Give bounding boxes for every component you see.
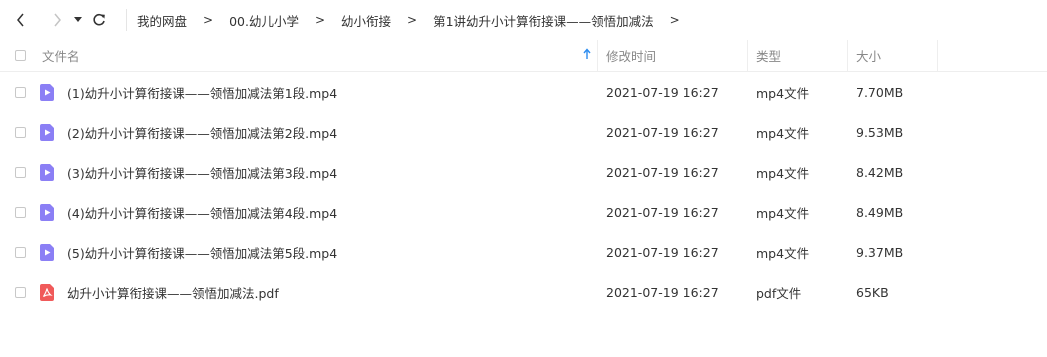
select-all-cell [0, 40, 40, 71]
file-name: (4)幼升小计算衔接课——领悟加减法第4段.mp4 [67, 205, 338, 221]
column-header-type[interactable]: 类型 [748, 40, 848, 71]
breadcrumb-item-my-drive[interactable]: 我的网盘 [135, 11, 189, 30]
file-type: mp4文件 [756, 205, 810, 221]
file-name: (5)幼升小计算衔接课——领悟加减法第5段.mp4 [67, 245, 338, 261]
file-size: 8.49MB [856, 204, 904, 220]
column-header-mtime-label: 修改时间 [606, 49, 657, 64]
breadcrumb-item-transition-folder[interactable]: 幼小衔接 [339, 11, 393, 30]
row-checkbox[interactable] [14, 126, 26, 138]
file-name: (2)幼升小计算衔接课——领悟加减法第2段.mp4 [67, 125, 338, 141]
file-name: (1)幼升小计算衔接课——领悟加减法第1段.mp4 [67, 85, 338, 101]
file-row[interactable]: (4)幼升小计算衔接课——领悟加减法第4段.mp4 2021-07-19 16:… [0, 192, 1047, 232]
file-row[interactable]: 幼升小计算衔接课——领悟加减法.pdf 2021-07-19 16:27 pdf… [0, 272, 1047, 312]
row-checkbox[interactable] [14, 206, 26, 218]
file-name: 幼升小计算衔接课——领悟加减法.pdf [67, 285, 279, 301]
navbar-divider [126, 9, 127, 31]
file-row[interactable]: (3)幼升小计算衔接课——领悟加减法第3段.mp4 2021-07-19 16:… [0, 152, 1047, 192]
file-size: 8.42MB [856, 164, 904, 180]
breadcrumb-separator: > [314, 13, 326, 27]
caret-down-icon [74, 17, 82, 22]
refresh-icon [93, 13, 105, 26]
chevron-left-icon [17, 13, 24, 27]
file-row[interactable]: (2)幼升小计算衔接课——领悟加减法第2段.mp4 2021-07-19 16:… [0, 112, 1047, 152]
select-all-checkbox[interactable] [14, 50, 26, 61]
file-size: 7.70MB [856, 84, 904, 100]
file-size: 65KB [856, 284, 889, 300]
chevron-right-icon [54, 13, 61, 27]
video-file-icon [40, 123, 54, 141]
breadcrumb-separator: > [203, 13, 214, 27]
video-file-icon [40, 203, 54, 221]
breadcrumb-separator-trailing[interactable]: > [670, 13, 680, 27]
file-mtime: 2021-07-19 16:27 [606, 284, 719, 300]
breadcrumb: 我的网盘 > 00.幼儿小学 > 幼小衔接 > 第1讲幼升小计算衔接课——领悟加… [135, 11, 694, 30]
file-size: 9.53MB [856, 124, 904, 140]
row-checkbox[interactable] [14, 166, 26, 178]
column-header-mtime[interactable]: 修改时间 [598, 40, 748, 71]
file-mtime: 2021-07-19 16:27 [606, 244, 719, 260]
video-file-icon [40, 163, 54, 181]
video-file-icon [40, 83, 54, 101]
column-header-size-label: 大小 [856, 49, 882, 64]
file-type: mp4文件 [756, 85, 810, 101]
file-type: mp4文件 [756, 245, 810, 261]
file-type: mp4文件 [756, 165, 810, 181]
pdf-file-icon [40, 283, 54, 301]
file-row[interactable]: (1)幼升小计算衔接课——领悟加减法第1段.mp4 2021-07-19 16:… [0, 72, 1047, 112]
column-header-type-label: 类型 [756, 49, 782, 64]
breadcrumb-separator: > [407, 13, 418, 27]
row-checkbox[interactable] [14, 86, 26, 98]
breadcrumb-item-primary-folder[interactable]: 00.幼儿小学 [227, 11, 301, 30]
file-mtime: 2021-07-19 16:27 [606, 124, 719, 140]
file-type: pdf文件 [756, 285, 802, 301]
file-name: (3)幼升小计算衔接课——领悟加减法第3段.mp4 [67, 165, 338, 181]
file-mtime: 2021-07-19 16:27 [606, 84, 719, 100]
file-type: mp4文件 [756, 125, 810, 141]
navigation-bar: 我的网盘 > 00.幼儿小学 > 幼小衔接 > 第1讲幼升小计算衔接课——领悟加… [0, 0, 1047, 40]
history-dropdown-button[interactable] [70, 5, 86, 35]
file-table-header: 文件名 修改时间 类型 大小 [0, 40, 1047, 72]
back-button[interactable] [8, 5, 34, 35]
file-mtime: 2021-07-19 16:27 [606, 164, 719, 180]
file-list: (1)幼升小计算衔接课——领悟加减法第1段.mp4 2021-07-19 16:… [0, 72, 1047, 312]
forward-button[interactable] [44, 5, 70, 35]
row-checkbox[interactable] [14, 286, 26, 298]
refresh-button[interactable] [86, 5, 112, 35]
file-row[interactable]: (5)幼升小计算衔接课——领悟加减法第5段.mp4 2021-07-19 16:… [0, 232, 1047, 272]
file-mtime: 2021-07-19 16:27 [606, 204, 719, 220]
video-file-icon [40, 243, 54, 261]
file-manager-window: 我的网盘 > 00.幼儿小学 > 幼小衔接 > 第1讲幼升小计算衔接课——领悟加… [0, 0, 1047, 357]
column-header-name[interactable]: 文件名 [40, 40, 598, 71]
row-checkbox[interactable] [14, 246, 26, 258]
column-header-size[interactable]: 大小 [848, 40, 938, 71]
sort-up-arrow-icon [583, 48, 591, 59]
file-size: 9.37MB [856, 244, 904, 260]
breadcrumb-item-current-folder[interactable]: 第1讲幼升小计算衔接课——领悟加减法 [431, 11, 655, 30]
column-header-name-label: 文件名 [42, 49, 80, 64]
